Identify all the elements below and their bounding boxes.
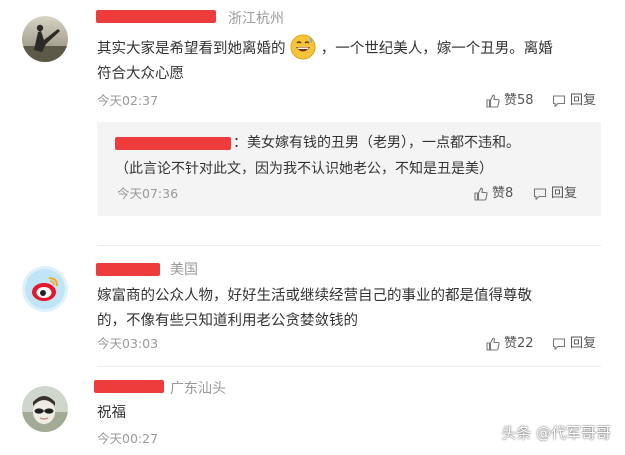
redacted-username	[96, 263, 160, 276]
thumbs-up-icon	[486, 94, 500, 108]
user-avatar[interactable]	[22, 266, 68, 312]
comment-time: 今天03:03	[97, 336, 159, 351]
reply-label: 回复	[551, 186, 578, 201]
reply-button[interactable]: 回复	[552, 93, 596, 109]
like-count: 赞22	[504, 336, 534, 351]
comment-text: 嫁富商的公众人物，好好生活或继续经营自己的事业的都是值得尊敬 的，不像有些只知道…	[97, 284, 612, 334]
divider	[97, 245, 601, 246]
thumbs-up-icon	[474, 187, 488, 201]
reply-like-button[interactable]: 赞8	[474, 186, 513, 202]
user-location: 美国	[170, 262, 198, 278]
redacted-username	[96, 10, 216, 23]
grinning-sweat-emoji-icon	[290, 34, 316, 60]
comment-text-line: 嫁富商的公众人物，好好生活或继续经营自己的事业的都是值得尊敬	[97, 288, 532, 304]
thumbs-up-icon	[486, 337, 500, 351]
comment-time: 今天02:37	[97, 93, 159, 108]
comment-text-line: 符合大众心愿	[97, 66, 184, 82]
like-button[interactable]: 赞58	[486, 93, 534, 109]
avatar-photo-icon	[22, 386, 68, 432]
comment-bubble-icon	[552, 95, 566, 107]
like-count: 赞8	[492, 186, 514, 201]
reply-text: ：美女嫁有钱的丑男（老男），一点都不违和。 （此言论不针对此文，因为我不认识她老…	[115, 131, 599, 181]
user-location: 浙江杭州	[228, 11, 284, 27]
reply-text-line: （此言论不针对此文，因为我不认识她老公，不知是丑是美）	[115, 161, 493, 177]
reply-label: 回复	[570, 336, 597, 351]
avatar-photo-icon	[22, 16, 68, 62]
reply-reply-button[interactable]: 回复	[533, 186, 577, 202]
source-watermark: 头条 @代军哥哥	[501, 424, 611, 442]
comment-text: 其实大家是希望看到她离婚的 ，一个世纪美人，嫁一个丑男。离婚 符合大众心愿	[97, 34, 607, 87]
reply-text-line: ：美女嫁有钱的丑男（老男），一点都不违和。	[233, 135, 520, 151]
divider	[97, 366, 601, 367]
comment-bubble-icon	[533, 188, 547, 200]
user-location: 广东汕头	[170, 381, 226, 397]
reply-time: 今天07:36	[117, 186, 179, 201]
reply-thread: ：美女嫁有钱的丑男（老男），一点都不违和。 （此言论不针对此文，因为我不认识她老…	[97, 122, 601, 216]
comment-time: 今天00:27	[97, 431, 159, 446]
comment-text-part: ，一个世纪美人，嫁一个丑男。离婚	[320, 41, 553, 57]
comment-text-line: 祝福	[97, 405, 126, 421]
user-avatar[interactable]	[22, 16, 68, 62]
reply-button[interactable]: 回复	[552, 336, 596, 352]
comment-text: 祝福	[97, 401, 397, 426]
comment-text-line: 的，不像有些只知道利用老公贪婪敛钱的	[97, 313, 358, 329]
redacted-username	[94, 380, 164, 393]
reply-label: 回复	[570, 93, 597, 108]
weibo-default-avatar-icon	[22, 266, 68, 312]
comment-text-part: 其实大家是希望看到她离婚的	[97, 41, 286, 57]
user-avatar[interactable]	[22, 386, 68, 432]
like-button[interactable]: 赞22	[486, 336, 534, 352]
comment-bubble-icon	[552, 338, 566, 350]
like-count: 赞58	[504, 93, 534, 108]
